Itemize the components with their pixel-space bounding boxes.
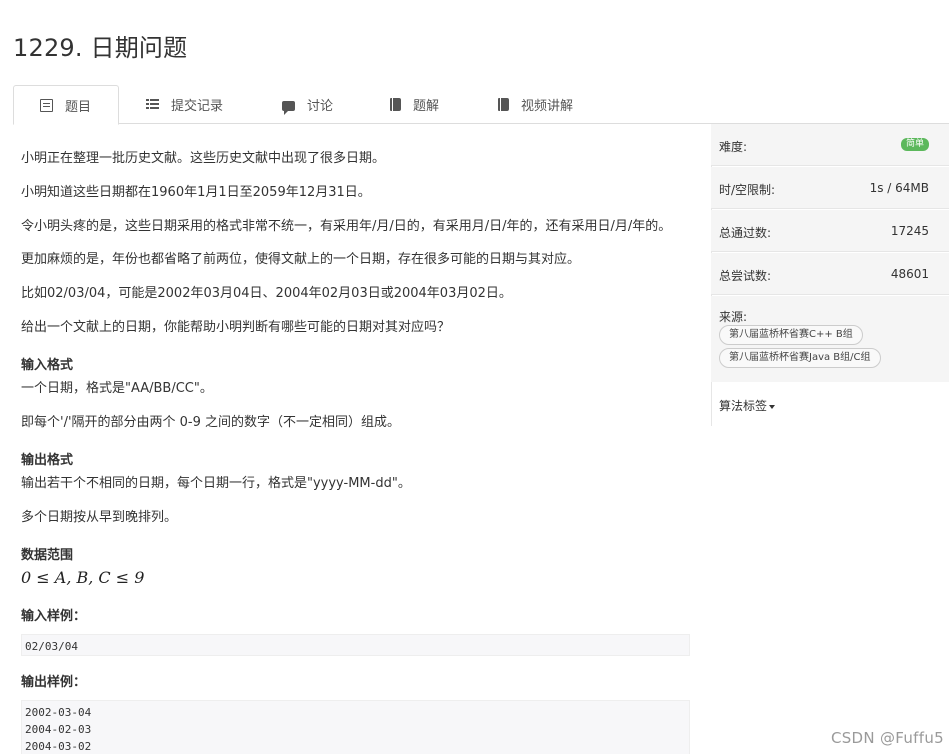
attempts-row: 总尝试数: 48601 bbox=[711, 253, 949, 295]
problem-paragraph: 更加麻烦的是，年份也都省略了前两位，使得文献上的一个日期，存在很多可能的日期与其… bbox=[21, 252, 581, 267]
problem-paragraph: 小明知道这些日期都在1960年1月1日至2059年12月31日。 bbox=[21, 185, 371, 200]
page-title: 1229. 日期问题 bbox=[13, 34, 188, 62]
output-format-line: 输出若干个不相同的日期，每个日期一行，格式是"yyyy-MM-dd"。 bbox=[21, 476, 411, 491]
tab-label: 视频讲解 bbox=[521, 99, 574, 114]
input-format-line: 一个日期，格式是"AA/BB/CC"。 bbox=[21, 381, 213, 396]
difficulty-badge: 简单 bbox=[900, 138, 929, 151]
tab-submissions[interactable]: 提交记录 bbox=[120, 85, 223, 124]
source-box: 来源: 第八届蓝桥杯省赛C++ B组 第八届蓝桥杯省赛Java B组/C组 bbox=[711, 296, 949, 382]
difficulty-label: 难度: bbox=[719, 140, 748, 154]
tab-solutions[interactable]: 题解 bbox=[364, 85, 439, 124]
problem-paragraph: 令小明头疼的是，这些日期采用的格式非常不统一，有采用年/月/日的，有采用月/日/… bbox=[21, 219, 672, 234]
book-icon bbox=[498, 98, 509, 111]
sample-output-heading: 输出样例： bbox=[21, 675, 87, 690]
source-label: 来源: bbox=[719, 310, 748, 324]
tab-discussion[interactable]: 讨论 bbox=[256, 85, 333, 124]
tab-label: 题解 bbox=[413, 99, 440, 114]
passed-value: 17245 bbox=[890, 224, 929, 238]
problem-tabs: 题目 提交记录 讨论 题解 视频讲解 bbox=[13, 85, 949, 125]
comment-icon bbox=[282, 100, 295, 115]
limit-row: 时/空限制: 1s / 64MB bbox=[711, 167, 949, 209]
source-tag[interactable]: 第八届蓝桥杯省赛Java B组/C组 bbox=[719, 348, 881, 368]
document-icon bbox=[40, 98, 53, 112]
data-range-formula: 0 ≤ A, B, C ≤ 9 bbox=[21, 568, 145, 587]
output-format-line: 多个日期按从早到晚排列。 bbox=[21, 510, 178, 525]
difficulty-row: 难度: 简单 bbox=[711, 124, 949, 166]
algorithm-tags-dropdown[interactable]: 算法标签 bbox=[719, 397, 776, 414]
problem-paragraph: 小明正在整理一批历史文献。这些历史文献中出现了很多日期。 bbox=[21, 151, 386, 166]
problem-paragraph: 给出一个文献上的日期，你能帮助小明判断有哪些可能的日期对其对应吗？ bbox=[21, 320, 451, 335]
source-tag[interactable]: 第八届蓝桥杯省赛C++ B组 bbox=[719, 325, 863, 345]
tab-label: 讨论 bbox=[307, 99, 334, 114]
list-icon bbox=[146, 98, 159, 111]
input-format-heading: 输入格式 bbox=[21, 358, 74, 373]
attempts-label: 总尝试数: bbox=[719, 269, 772, 283]
caret-down-icon bbox=[769, 404, 776, 409]
tab-label: 题目 bbox=[65, 99, 92, 115]
input-format-line: 即每个'/'隔开的部分由两个 0-9 之间的数字（不一定相同）组成。 bbox=[21, 415, 401, 430]
output-format-heading: 输出格式 bbox=[21, 453, 74, 468]
limit-value: 1s / 64MB bbox=[869, 181, 929, 195]
sample-input-heading: 输入样例： bbox=[21, 609, 87, 624]
data-range-heading: 数据范围 bbox=[21, 548, 74, 563]
attempts-value: 48601 bbox=[890, 267, 929, 281]
tab-label: 提交记录 bbox=[171, 99, 224, 114]
limit-label: 时/空限制: bbox=[719, 183, 776, 197]
sample-output-code: 2002-03-04 2004-02-03 2004-03-02 bbox=[21, 700, 690, 754]
tab-problem[interactable]: 题目 bbox=[13, 85, 119, 125]
book-icon bbox=[390, 98, 401, 111]
tab-video[interactable]: 视频讲解 bbox=[472, 85, 573, 124]
sample-input-code: 02/03/04 bbox=[21, 634, 690, 656]
passed-row: 总通过数: 17245 bbox=[711, 210, 949, 252]
problem-paragraph: 比如02/03/04，可能是2002年03月04日、2004年02月03日或20… bbox=[21, 286, 512, 301]
algorithm-tags-label: 算法标签 bbox=[719, 399, 768, 413]
watermark: CSDN @Fuffu5 bbox=[830, 729, 944, 747]
passed-label: 总通过数: bbox=[719, 226, 772, 240]
